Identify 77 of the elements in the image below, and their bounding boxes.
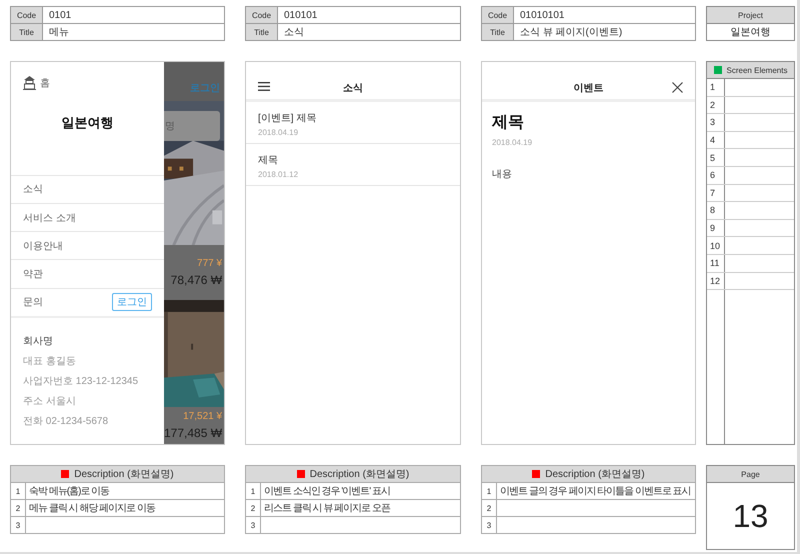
row-number: 2 <box>246 500 261 516</box>
code-label: Code <box>246 7 278 23</box>
row-number: 6 <box>709 169 716 182</box>
news-item[interactable]: [이벤트] 제목 2018.04.19 <box>246 102 460 144</box>
description-title: Description (화면설명) <box>545 468 645 481</box>
company-info: 사업자번호 123-12-12345 <box>23 375 138 388</box>
project-label: Project <box>707 7 794 24</box>
legend-square-icon <box>532 470 540 478</box>
title-label: Title <box>246 24 278 40</box>
news-date: 2018.01.12 <box>258 170 300 179</box>
row-number: 8 <box>709 204 716 218</box>
description-text: 이벤트 소식인 경우 '이벤트' 표시 <box>263 485 391 499</box>
brand-title: 일본여행 <box>62 114 114 132</box>
company-info: 주소 서울시 <box>23 395 76 408</box>
code-value: 010101 <box>283 8 318 22</box>
legend-square-icon <box>61 470 70 478</box>
row-number: 3 <box>246 517 261 533</box>
title-label: Title <box>482 24 514 40</box>
row-number: 9 <box>709 222 716 236</box>
description-text: 리스트 클릭 시 뷰 페이지로 오픈 <box>263 502 392 516</box>
row-number: 1 <box>482 483 497 499</box>
row-number: 3 <box>709 116 716 130</box>
code-value: 01010101 <box>519 8 566 22</box>
news-date: 2018.04.19 <box>258 128 300 137</box>
post-date: 2018.04.19 <box>492 138 532 147</box>
row-number: 5 <box>709 152 716 165</box>
row-number: 1 <box>246 483 261 499</box>
row-number: 4 <box>709 134 716 148</box>
page-label: Page <box>707 466 794 483</box>
legend-square-icon <box>714 66 722 74</box>
news-title: 제목 <box>258 154 279 167</box>
row-number: 1 <box>709 81 716 94</box>
screen-title: 이벤트 <box>574 82 604 94</box>
row-number: 10 <box>709 240 722 253</box>
home-label[interactable]: 홈 <box>40 76 50 90</box>
title-label: Title <box>11 24 43 40</box>
won-price: 78,476 ₩ <box>170 272 222 287</box>
close-icon[interactable] <box>672 82 683 93</box>
description-text: 메뉴 클릭 시 해당 페이지로 이동 <box>28 502 156 516</box>
code-value: 0101 <box>48 8 72 22</box>
company-info: 대표 홍길동 <box>23 355 76 368</box>
menu-item[interactable]: 문의 로그인 <box>11 288 164 316</box>
legend-square-icon <box>296 470 305 478</box>
code-label: Code <box>11 7 43 23</box>
house-icon <box>23 76 36 90</box>
company-info: 전화 02-1234-5678 <box>23 415 108 428</box>
code-label: Code <box>482 7 514 23</box>
row-number: 1 <box>11 483 26 499</box>
login-button[interactable]: 로그인 <box>112 293 152 312</box>
title-value: 소식 <box>283 26 305 40</box>
row-number: 7 <box>709 186 716 200</box>
description-text: 이벤트 글의 경우 페이지 타이틀을 이벤트로 표시 <box>499 485 692 499</box>
project-name: 일본여행 <box>730 26 772 40</box>
row-number: 3 <box>482 517 497 533</box>
title-value: 소식 뷰 페이지(이벤트) <box>519 26 624 40</box>
yen-price: 17,521 ¥ <box>183 411 222 422</box>
description-title: Description (화면설명) <box>74 468 174 481</box>
post-title: 제목 <box>492 113 524 133</box>
title-value: 메뉴 <box>48 26 70 40</box>
news-item[interactable]: 제목 2018.01.12 <box>246 144 460 186</box>
page-number: 13 <box>732 496 770 536</box>
description-title: Description (화면설명) <box>310 468 410 481</box>
yen-price: 777 ¥ <box>197 258 222 269</box>
row-number: 2 <box>482 500 497 516</box>
row-number: 2 <box>709 98 716 112</box>
menu-icon[interactable] <box>258 82 270 91</box>
row-number: 3 <box>11 517 26 533</box>
row-number: 2 <box>11 500 26 516</box>
elements-title: Screen Elements <box>726 66 788 74</box>
post-body: 내용 <box>492 168 512 181</box>
row-number: 11 <box>709 257 720 270</box>
company-name: 회사명 <box>23 335 54 348</box>
screen-title: 소식 <box>343 82 363 94</box>
won-price: 177,485 ₩ <box>164 426 222 440</box>
description-text: 숙박 메뉴(홈)로 이동 <box>28 485 110 499</box>
row-number: 12 <box>709 274 722 288</box>
news-title: [이벤트] 제목 <box>258 112 318 125</box>
